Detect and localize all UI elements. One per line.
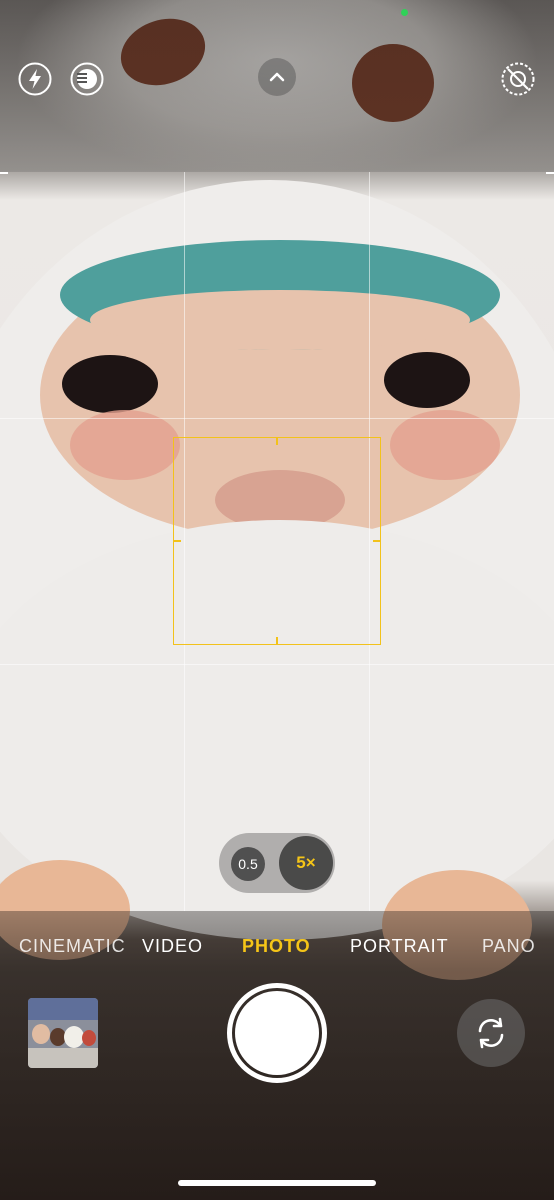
mode-cinematic[interactable]: CINEMATIC [19, 936, 126, 957]
corner-mark-tl [0, 172, 8, 174]
thumb-figure-1 [32, 1024, 50, 1044]
thumb-figure-4 [82, 1030, 96, 1046]
camera-viewfinder[interactable]: 0.5 5× CINEMATIC VIDEO PHOTO PORTRAIT PA… [0, 0, 554, 1200]
live-photo-button[interactable] [69, 61, 105, 97]
zoom-option-5x[interactable]: 5× [279, 836, 333, 890]
chevron-up-icon [269, 72, 285, 82]
focus-tick-bottom [276, 637, 278, 644]
lightning-bolt-icon [18, 62, 52, 96]
camera-off-slash-icon [501, 62, 535, 96]
camera-in-use-indicator [401, 9, 408, 16]
camera-mode-selector: CINEMATIC VIDEO PHOTO PORTRAIT PANO [0, 936, 554, 960]
flash-button[interactable] [17, 61, 53, 97]
scene-cheek-right [390, 410, 500, 480]
mode-photo[interactable]: PHOTO [242, 936, 311, 957]
mode-pano[interactable]: PANO [482, 936, 536, 957]
camera-flip-icon [478, 1017, 504, 1049]
flip-camera-button[interactable] [457, 999, 525, 1067]
focus-tick-left [174, 540, 181, 542]
live-photo-icon [70, 62, 104, 96]
mode-video[interactable]: VIDEO [142, 936, 203, 957]
thumb-shelf [28, 998, 98, 1020]
thumb-base [28, 1048, 98, 1068]
shutter-button[interactable] [235, 991, 319, 1075]
focus-tick-top [276, 438, 278, 445]
home-indicator[interactable] [178, 1180, 376, 1186]
scene-cheek-left [70, 410, 180, 480]
scene-face-eye-right [384, 352, 470, 408]
focus-square [173, 437, 381, 645]
scene-hair-under [90, 290, 470, 350]
corner-mark-tr [546, 172, 554, 174]
grid-horizontal-2 [0, 664, 554, 665]
camera-filter-off-button[interactable] [500, 61, 536, 97]
zoom-option-0-5[interactable]: 0.5 [231, 847, 265, 881]
gallery-thumbnail[interactable] [28, 998, 98, 1068]
mode-portrait[interactable]: PORTRAIT [350, 936, 449, 957]
grid-horizontal-1 [0, 418, 554, 419]
expand-controls-button[interactable] [258, 58, 296, 96]
scene-face-eye-left [62, 355, 158, 413]
thumb-figure-3 [64, 1026, 84, 1048]
focus-tick-right [373, 540, 380, 542]
